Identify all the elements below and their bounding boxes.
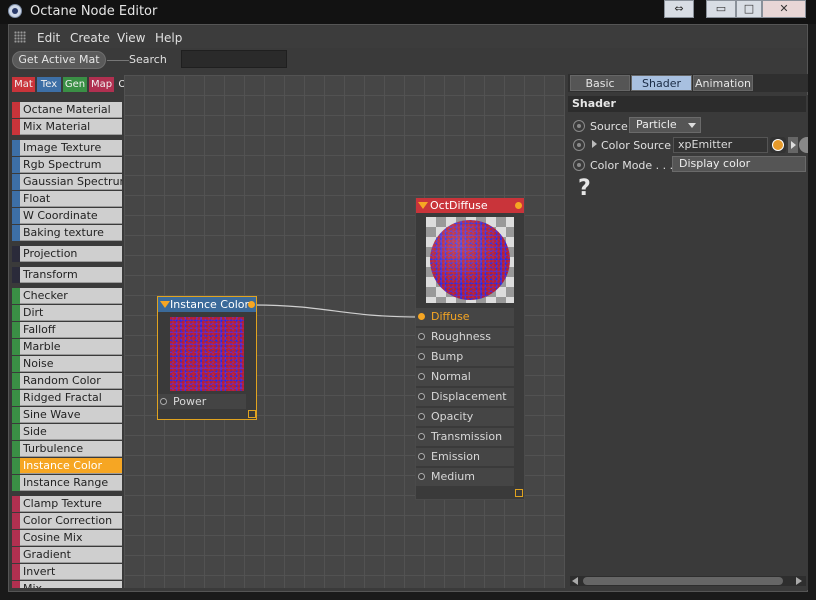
color-mode-label: Color Mode . . . [590, 159, 674, 172]
input-label: Roughness [431, 330, 492, 343]
input-port-medium[interactable] [418, 473, 425, 480]
instance-color-node-title: Instance Color [170, 298, 250, 311]
input-row-opacity[interactable]: Opacity [416, 408, 514, 426]
tab-basic[interactable]: Basic [570, 75, 630, 91]
scroll-right-icon[interactable] [796, 577, 802, 585]
color-mode-value: Display color [679, 157, 751, 170]
resize-handle-icon[interactable] [248, 410, 256, 418]
input-port-displacement[interactable] [418, 393, 425, 400]
instance-color-output-port[interactable] [248, 301, 255, 308]
color-source-label: Color Source [601, 139, 671, 152]
instance-color-preview [170, 317, 244, 391]
input-row-medium[interactable]: Medium [416, 468, 514, 486]
source-dropdown-value: Particle [636, 118, 677, 131]
input-port-emission[interactable] [418, 453, 425, 460]
input-label: Opacity [431, 410, 474, 423]
input-label: Transmission [431, 430, 503, 443]
input-port-bump[interactable] [418, 353, 425, 360]
input-port-diffuse[interactable] [418, 313, 425, 320]
collapse-arrow-icon[interactable] [160, 301, 170, 308]
collapse-arrow-icon[interactable] [418, 202, 428, 209]
color-mode-animate-radio[interactable] [573, 159, 585, 171]
input-port-opacity[interactable] [418, 413, 425, 420]
shader-section-title: Shader [572, 97, 616, 110]
field-extra-button[interactable] [799, 137, 808, 153]
source-label: Source [590, 120, 628, 133]
input-label: Normal [431, 370, 471, 383]
color-source-animate-radio[interactable] [573, 139, 585, 151]
input-row-emission[interactable]: Emission [416, 448, 514, 466]
power-label: Power [173, 395, 207, 408]
input-port-normal[interactable] [418, 373, 425, 380]
input-row-normal[interactable]: Normal [416, 368, 514, 386]
input-row-bump[interactable]: Bump [416, 348, 514, 366]
scroll-left-icon[interactable] [572, 577, 578, 585]
resize-handle-icon[interactable] [515, 489, 523, 497]
expand-arrow-icon[interactable] [592, 140, 597, 148]
color-source-field[interactable]: xpEmitter [673, 137, 768, 153]
input-row-displacement[interactable]: Displacement [416, 388, 514, 406]
scrollbar-thumb[interactable] [583, 577, 783, 585]
input-row-transmission[interactable]: Transmission [416, 428, 514, 446]
help-icon[interactable]: ? [578, 176, 591, 201]
input-label: Displacement [431, 390, 507, 403]
chevron-down-icon [688, 123, 696, 128]
input-label: Emission [431, 450, 480, 463]
input-label: Diffuse [431, 310, 470, 323]
tab-animation[interactable]: Animation [693, 75, 753, 91]
connection-wire [250, 304, 422, 318]
color-mode-dropdown[interactable]: Display color [672, 156, 806, 172]
input-label: Medium [431, 470, 475, 483]
input-row-roughness[interactable]: Roughness [416, 328, 514, 346]
power-input-port[interactable] [160, 398, 167, 405]
input-label: Bump [431, 350, 464, 363]
material-preview-sphere [430, 220, 510, 300]
tab-shader[interactable]: Shader [631, 75, 692, 91]
input-row-diffuse[interactable]: Diffuse [416, 308, 514, 326]
input-port-roughness[interactable] [418, 333, 425, 340]
object-picker-icon[interactable] [770, 137, 786, 153]
input-port-transmission[interactable] [418, 433, 425, 440]
octdiffuse-output-port[interactable] [515, 202, 522, 209]
octdiffuse-node-title: OctDiffuse [430, 199, 488, 212]
source-animate-radio[interactable] [573, 120, 585, 132]
field-arrow-button[interactable] [788, 137, 798, 153]
